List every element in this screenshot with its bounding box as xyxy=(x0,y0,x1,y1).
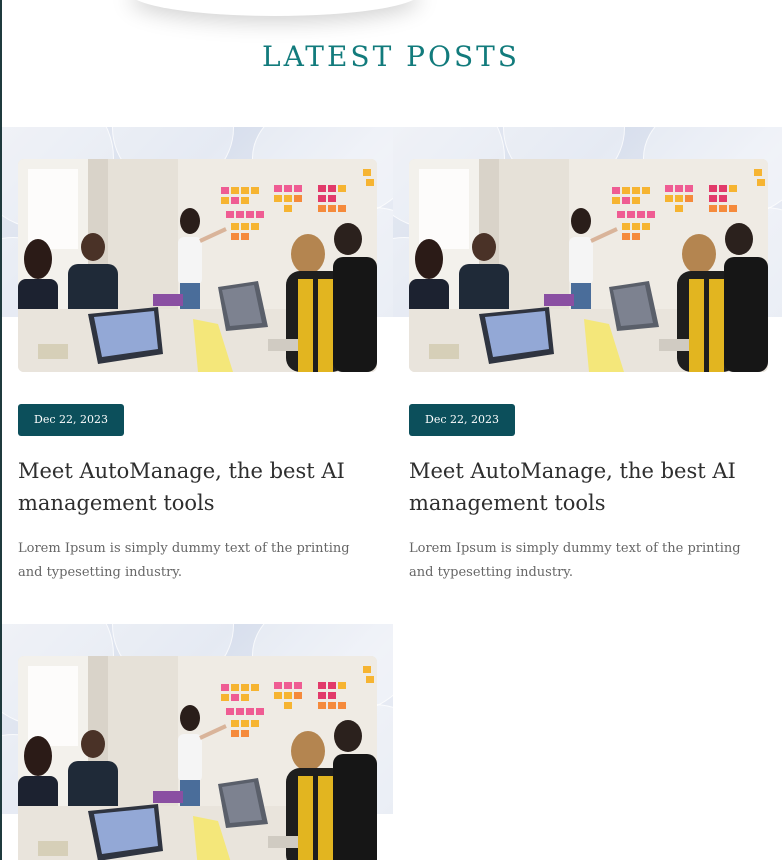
post-image[interactable] xyxy=(18,159,377,372)
post-excerpt: Lorem Ipsum is simply dummy text of the … xyxy=(18,541,350,580)
post-image[interactable] xyxy=(18,656,377,860)
post-title[interactable]: Meet AutoManage, the best AI management … xyxy=(409,455,769,519)
date-badge: Dec 22, 2023 xyxy=(18,404,124,436)
date-badge: Dec 22, 2023 xyxy=(409,404,515,436)
post-title[interactable]: Meet AutoManage, the best AI management … xyxy=(18,455,378,519)
post-image[interactable] xyxy=(409,159,768,372)
latest-posts-page: LATEST POSTS Dec 22, 2023 Meet AutoManag… xyxy=(0,0,782,860)
post-card[interactable]: Dec 22, 2023 Meet AutoManage, the best A… xyxy=(393,127,782,597)
post-card[interactable] xyxy=(2,624,393,860)
top-shadow-decoration xyxy=(130,0,420,16)
post-card[interactable]: Dec 22, 2023 Meet AutoManage, the best A… xyxy=(2,127,393,597)
post-excerpt: Lorem Ipsum is simply dummy text of the … xyxy=(409,541,741,580)
section-title: LATEST POSTS xyxy=(262,40,520,73)
